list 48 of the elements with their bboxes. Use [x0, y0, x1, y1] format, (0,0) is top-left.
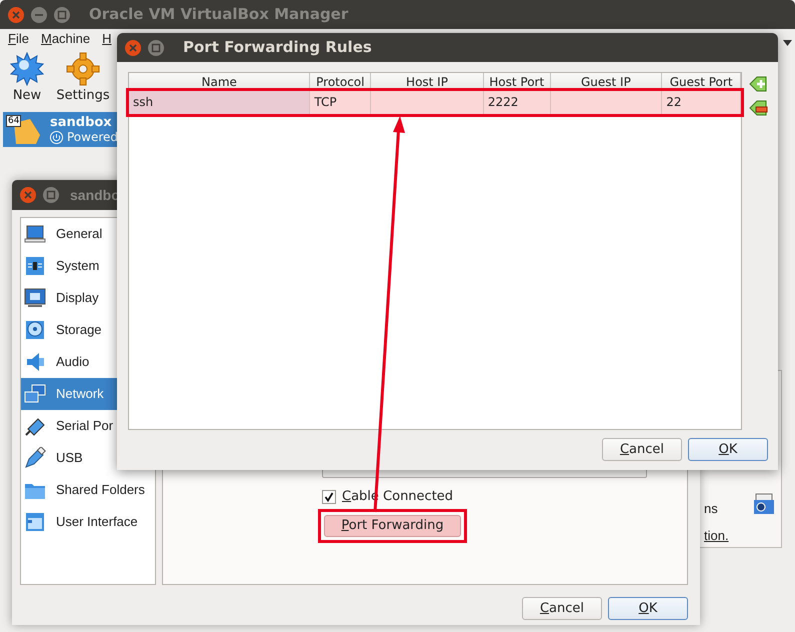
column-header[interactable]: Host IP	[371, 73, 484, 90]
network-icon	[24, 383, 46, 405]
column-header[interactable]: Guest IP	[550, 73, 662, 90]
details-link[interactable]: tion.	[704, 526, 729, 546]
dialog-button[interactable]: OK	[688, 438, 768, 461]
table-row[interactable]: ssh TCP 2222 22	[129, 91, 741, 114]
close-icon[interactable]	[7, 6, 25, 24]
menu-item[interactable]: File	[8, 28, 29, 48]
sidebar-item[interactable]: Shared Folders	[21, 474, 155, 506]
maximize-icon[interactable]	[53, 6, 71, 24]
dialog-button[interactable]: OK	[608, 597, 688, 620]
dialog-button[interactable]: Cancel	[522, 597, 602, 620]
window-title: Oracle VM VirtualBox Manager	[89, 4, 348, 26]
port-forwarding-button[interactable]: Port Forwarding	[324, 515, 461, 537]
maximize-icon[interactable]	[147, 38, 165, 56]
bit-badge: 64	[6, 114, 22, 126]
column-header[interactable]: Protocol	[310, 73, 372, 90]
remove-rule-icon[interactable]	[748, 99, 768, 117]
toolbar-button[interactable]: New	[4, 52, 50, 106]
details-text: ns	[704, 500, 718, 518]
close-icon[interactable]	[124, 38, 142, 56]
camera-icon	[753, 493, 775, 515]
sidebar-item[interactable]: User Interface	[21, 506, 155, 538]
menu-item[interactable]: H	[102, 28, 112, 48]
usb-stick-icon	[24, 447, 46, 469]
vm-name: sandbox	[50, 114, 113, 130]
laptop-icon	[24, 223, 46, 245]
column-header[interactable]: Name	[129, 73, 310, 90]
close-icon[interactable]	[19, 186, 37, 204]
speaker-icon	[24, 351, 46, 373]
power-icon	[50, 130, 63, 144]
monitor-icon	[24, 287, 46, 309]
table-cell: ssh	[129, 91, 310, 114]
maximize-icon[interactable]	[42, 186, 60, 204]
menu-item[interactable]: Machine	[40, 28, 90, 48]
vm-state: Powered	[67, 130, 118, 144]
starburst-icon	[10, 52, 44, 86]
chip-icon	[24, 255, 46, 277]
add-rule-icon[interactable]	[748, 75, 768, 93]
window-icon	[24, 511, 46, 533]
column-header[interactable]: Host Port	[484, 73, 551, 90]
gear-icon	[66, 52, 100, 86]
dropdown-icon[interactable]	[783, 40, 792, 46]
column-header[interactable]: Guest Port	[662, 73, 741, 90]
dialog-button[interactable]: Cancel	[602, 438, 682, 461]
checkbox[interactable]	[322, 490, 336, 504]
dialog-title: Port Forwarding Rules	[183, 37, 372, 58]
minimize-icon[interactable]	[30, 6, 48, 24]
